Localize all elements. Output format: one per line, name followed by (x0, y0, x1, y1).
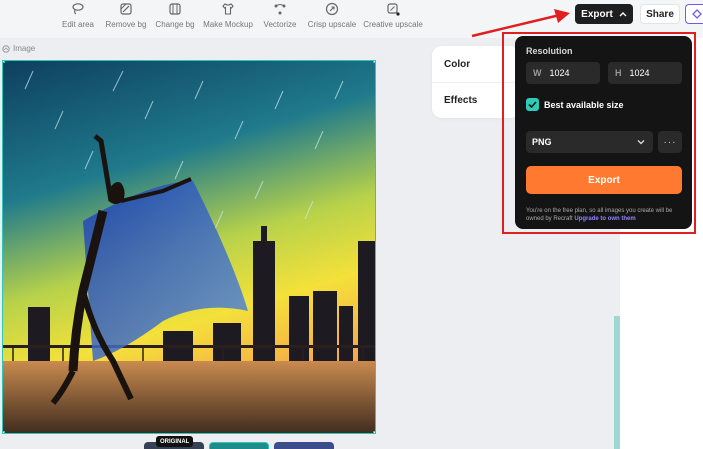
resize-handle[interactable] (373, 61, 375, 63)
tool-label: Edit area (61, 20, 95, 29)
resize-handle[interactable] (3, 431, 5, 433)
share-button-label: Share (646, 8, 674, 20)
image-layer-tag[interactable]: Image (2, 44, 35, 53)
tool-label: Remove bg (105, 20, 147, 29)
canvas-image[interactable] (2, 60, 376, 434)
vectorize-tool[interactable]: Vectorize (262, 0, 298, 38)
original-badge: ORIGINAL (156, 436, 194, 447)
make-mockup-tool[interactable]: Make Mockup (202, 0, 254, 38)
vector-nodes-icon (274, 4, 286, 15)
scrollbar-track[interactable] (614, 316, 620, 449)
upscale-icon (325, 2, 339, 16)
thumbnail-variant[interactable] (274, 442, 334, 449)
tool-label: Make Mockup (203, 20, 253, 29)
resize-handle[interactable] (3, 61, 5, 63)
tshirt-icon (222, 3, 234, 15)
change-bg-icon (169, 3, 181, 15)
lasso-icon (72, 3, 84, 15)
upgrade-diamond-button[interactable] (685, 4, 703, 24)
annotation-highlight-box (502, 32, 696, 234)
thumbnail-variant[interactable] (209, 442, 269, 449)
generated-image (3, 61, 375, 433)
creative-upscale-tool[interactable]: Creative upscale (362, 0, 424, 38)
tool-label: Creative upscale (363, 20, 423, 29)
image-icon (2, 44, 10, 53)
crisp-upscale-tool[interactable]: Crisp upscale (308, 0, 356, 38)
tool-label: Change bg (155, 20, 195, 29)
tool-label: Crisp upscale (307, 20, 357, 29)
tool-label: Vectorize (263, 20, 297, 29)
share-button[interactable]: Share (640, 4, 680, 24)
effects-panel-item[interactable]: Effects (444, 95, 477, 106)
export-button[interactable]: Export (575, 4, 633, 24)
change-bg-tool[interactable]: Change bg (154, 0, 196, 38)
image-tag-label: Image (13, 44, 36, 53)
diamond-icon (692, 9, 702, 19)
chevron-up-icon (619, 12, 627, 17)
remove-bg-icon (120, 3, 132, 15)
edit-area-tool[interactable]: Edit area (58, 0, 98, 38)
remove-bg-tool[interactable]: Remove bg (104, 0, 148, 38)
color-panel-item[interactable]: Color (444, 59, 470, 70)
export-button-label: Export (581, 8, 613, 20)
resize-handle[interactable] (373, 431, 375, 433)
sparkle-upscale-icon (387, 3, 400, 16)
